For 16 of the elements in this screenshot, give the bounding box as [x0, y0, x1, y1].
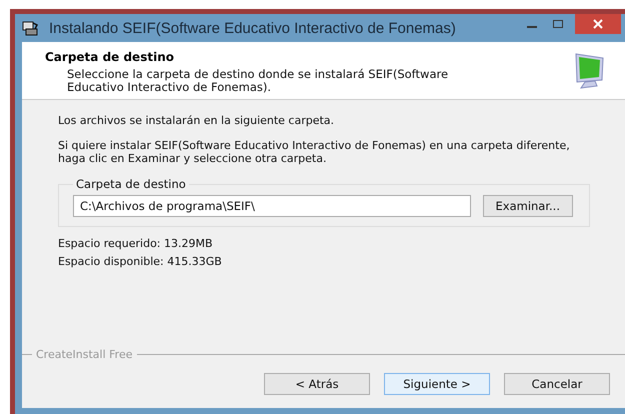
instructions-text: Si quiere instalar SEIF(Software Educativo Interactivo de Fonemas) en una carpeta diferente, haga clic en Examinar y seleccione otra carpeta.	[58, 139, 571, 165]
close-icon[interactable]	[575, 14, 621, 34]
wizard-button[interactable]: Siguiente >	[384, 373, 490, 395]
path-field[interactable]: C:\Archivos de programa\SEIF\	[73, 195, 470, 217]
installer-icon	[21, 20, 39, 36]
space-required-text: Espacio requerido: 13.29MB	[58, 237, 214, 250]
page-title: Carpeta de destino	[45, 50, 175, 64]
wizard-button[interactable]: < Atrás	[264, 373, 370, 395]
page-subtitle: Seleccione la carpeta de destino donde se instalará SEIF(Software Educativo Interactivo de Fonemas).	[67, 68, 450, 94]
intro-text: Los archivos se instalarán en la siguiente carpeta.	[58, 114, 336, 127]
brand-label: CreateInstall Free	[36, 348, 133, 361]
wizard-button[interactable]: Cancelar	[504, 373, 610, 395]
group-label: Carpeta de destino	[75, 177, 187, 191]
space-available-text: Espacio disponible: 415.33GB	[58, 255, 223, 268]
window-title: Instalando SEIF(Software Educativo Interactivo de Fonemas)	[49, 20, 457, 36]
browse-button[interactable]: Examinar...	[482, 195, 573, 217]
